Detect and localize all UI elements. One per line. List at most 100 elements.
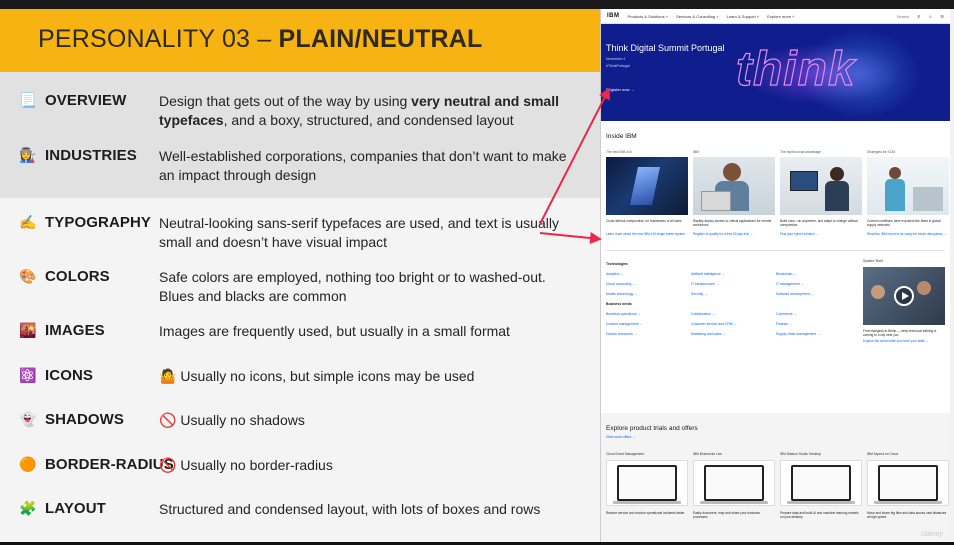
trial-caption: IBM Watson Studio Desktop [780, 452, 822, 456]
link[interactable]: Human resources → [606, 329, 691, 339]
nav-item[interactable]: Learn & Support ˅ [727, 14, 760, 19]
play-icon[interactable] [894, 286, 914, 306]
card-link[interactable]: Register to qualify for a free 60-day tr… [693, 232, 775, 236]
ibm-logo[interactable]: IBM [607, 13, 620, 19]
hero-think-art: think [735, 42, 856, 96]
link[interactable]: Marketing and sales → [691, 329, 776, 339]
nav-item[interactable]: Products & Solutions ˅ [628, 14, 669, 19]
trial-text: Move and share big files and data across… [867, 511, 947, 519]
link[interactable]: IT infrastructure → [691, 279, 776, 289]
trial-text: Restore service and resolve operational … [606, 511, 685, 515]
video-text: From Bangkok to Berlin — deep technical … [863, 329, 937, 337]
row-description: Safe colors are employed, nothing too br… [159, 269, 546, 304]
laptop-image [606, 460, 688, 506]
hero-hashtag: #ThinkPortugal [606, 64, 630, 68]
writing-hand-icon: ✍️ [19, 214, 37, 230]
prohibited-icon: 🚫 [159, 412, 177, 428]
card-text: Build once, run anywhere, and adapt to c… [780, 219, 858, 227]
link[interactable]: Finance → [776, 319, 861, 329]
laptop-image [780, 460, 862, 506]
nav-item[interactable]: Explore more ˅ [767, 14, 794, 19]
card[interactable]: The new IBM z15 Cloud without compromise… [606, 150, 688, 240]
link[interactable]: Customer service and CRM → [691, 319, 776, 329]
hero-register-link[interactable]: Register now → [606, 87, 634, 92]
trial-caption: Cloud Event Management [606, 452, 645, 456]
laptop-image [867, 460, 949, 506]
title-bold: PLAIN/NEUTRAL [278, 25, 483, 53]
link[interactable]: Cloud computing → [606, 279, 691, 289]
card-text: Rapidly deploy access to critical applic… [693, 219, 772, 227]
desc-part: , and a boxy, structured, and condensed … [223, 112, 514, 128]
link[interactable]: Supply chain management → [776, 329, 861, 339]
trial-text: Easily document, map and share your busi… [693, 511, 760, 519]
row-label: ICONS [45, 367, 94, 384]
ibm-nav: IBM Products & Solutions ˅ Services & Co… [601, 9, 950, 24]
page-icon: 📃 [19, 92, 37, 108]
desc-text: Usually no border-radius [180, 457, 333, 473]
desc-text: Usually no shadows [180, 412, 305, 428]
card-caption: The new IBM z15 [606, 150, 632, 154]
puzzle-icon: 🧩 [19, 500, 37, 516]
video-caption: System Tech! [863, 259, 884, 263]
trial-card[interactable]: IBM Aspera on Cloud Move and share big f… [867, 452, 949, 519]
link[interactable]: Collaboration → [691, 309, 776, 319]
trial-card[interactable]: IBM Watson Studio Desktop Prepare data a… [780, 452, 862, 519]
link[interactable]: Software development → [776, 289, 861, 299]
link[interactable]: Commerce → [776, 309, 861, 319]
card-image [780, 157, 862, 215]
row-description: 🤷 Usually no icons, but simple icons may… [159, 367, 584, 386]
link[interactable]: Blockchain → [776, 269, 861, 279]
atom-icon: ⚛️ [19, 367, 37, 383]
trial-caption: IBM Blueworks Live [693, 452, 722, 456]
search-icon[interactable]: ⚲ [917, 14, 920, 19]
orange-circle-icon: 🟠 [19, 456, 37, 472]
sunset-icon: 🌇 [19, 322, 37, 338]
trial-card[interactable]: Cloud Event Management Restore service a… [606, 452, 688, 519]
nav-search[interactable]: Search [897, 14, 910, 19]
link[interactable]: Content management → [606, 319, 691, 329]
slide: PERSONALITY 03 – PLAIN/NEUTRAL 📃 OVERVIE… [0, 9, 954, 542]
menu-icon[interactable]: ☰ [940, 14, 944, 19]
ghost-icon: 👻 [19, 411, 37, 427]
link[interactable]: IT management → [776, 279, 861, 289]
trials-section: Explore product trials and offers View m… [601, 413, 950, 542]
card[interactable]: The hybrid cloud advantage Build once, r… [780, 150, 862, 240]
trial-caption: IBM Aspera on Cloud [867, 452, 899, 456]
link[interactable]: Artificial intelligence → [691, 269, 776, 279]
title-prefix: PERSONALITY 03 – [38, 25, 279, 53]
row-description: 🚫 Usually no border-radius [159, 456, 584, 475]
card-image [606, 157, 688, 215]
row-label: BORDER-RADIUS [45, 456, 174, 473]
hero-title: Think Digital Summit Portugal [606, 43, 725, 53]
card-link[interactable]: Learn more about the new IBM z15 single … [606, 232, 688, 240]
view-more-offers-link[interactable]: View more offers → [606, 435, 946, 439]
link[interactable]: Security → [691, 289, 776, 299]
ibm-website-screenshot: IBM Products & Solutions ˅ Services & Co… [600, 9, 950, 542]
row-description: 🚫 Usually no shadows [159, 411, 584, 430]
row-description: Well-established corporations, companies… [159, 148, 567, 183]
row-label: OVERVIEW [45, 92, 127, 109]
trial-card[interactable]: IBM Blueworks Live Easily document, map … [693, 452, 775, 519]
technologies-links: Technologies Analytics → Artificial inte… [606, 259, 861, 339]
row-description: Images are frequently used, but usually … [159, 323, 510, 339]
palette-icon: 🎨 [19, 268, 37, 284]
link[interactable]: Mobile technology → [606, 289, 691, 299]
card[interactable]: IBM Rapidly deploy access to critical ap… [693, 150, 775, 240]
card-caption: The hybrid cloud advantage [780, 150, 821, 154]
link[interactable]: Business operations → [606, 309, 691, 319]
row-label: COLORS [45, 268, 110, 285]
video-promo[interactable]: System Tech! From Bangkok to Berlin — de… [863, 259, 945, 343]
user-icon[interactable]: ☺ [928, 14, 932, 19]
card[interactable]: Strategies for SCM Current conditions ha… [867, 150, 949, 240]
card-link[interactable]: Find your hybrid solution → [780, 232, 862, 236]
card-text: Current conditions have exposed dire fla… [867, 219, 941, 227]
link[interactable]: Analytics → [606, 269, 691, 279]
row-description: Structured and condensed layout, with lo… [159, 501, 541, 517]
row-label: LAYOUT [45, 500, 106, 517]
video-link[interactable]: Explore the world while you hone your sk… [863, 339, 945, 343]
hero-banner: think Think Digital Summit Portugal Nove… [601, 24, 950, 121]
slide-title: PERSONALITY 03 – PLAIN/NEUTRAL [38, 25, 483, 54]
nav-item[interactable]: Services & Consulting ˅ [676, 14, 719, 19]
video-thumbnail[interactable] [863, 267, 945, 325]
card-link[interactable]: Read the IBM report to be ready for futu… [867, 232, 949, 236]
